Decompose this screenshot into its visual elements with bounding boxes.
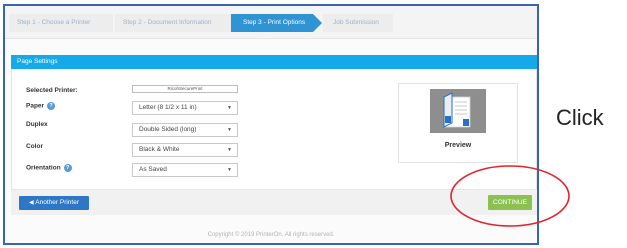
page-settings-panel: Selected Printer: RicohSecurePrint Paper… [11, 69, 537, 189]
caret-down-icon: ▼ [227, 147, 232, 153]
another-printer-button[interactable]: ◀ Another Printer [19, 196, 89, 210]
caret-down-icon: ▼ [227, 127, 232, 133]
paper-select[interactable]: Letter (8 1/2 x 11 in) ▼ [132, 101, 238, 115]
step-label: Job Submission [333, 19, 379, 26]
color-select[interactable]: Black & White ▼ [132, 143, 238, 157]
help-icon[interactable]: ? [47, 102, 56, 110]
preview-panel: Preview [398, 83, 518, 163]
caret-down-icon: ▼ [227, 105, 232, 111]
wizard-steps: Step 1 - Choose a Printer Step 2 - Docum… [5, 6, 537, 39]
step-print-options[interactable]: Step 3 - Print Options [231, 14, 322, 32]
duplex-select-value: Double Sided (long) [139, 126, 197, 133]
step-label: Step 3 - Print Options [243, 19, 306, 26]
color-select-value: Black & White [139, 146, 180, 153]
continue-button[interactable]: CONTINUE [488, 195, 532, 210]
orientation-label: Orientation? [26, 164, 72, 172]
orientation-select[interactable]: As Saved ▼ [132, 163, 238, 177]
section-title: Page Settings [17, 58, 58, 65]
printer-glyph-icon [430, 89, 486, 133]
orientation-label-text: Orientation [26, 164, 61, 172]
duplex-select[interactable]: Double Sided (long) ▼ [132, 123, 238, 137]
duplex-label-text: Duplex [26, 121, 48, 128]
orientation-select-value: As Saved [139, 166, 167, 173]
paper-label: Paper? [26, 102, 56, 110]
another-printer-button-label: Another Printer [35, 199, 79, 206]
document-preview-icon [430, 89, 486, 133]
selected-printer-label-text: Selected Printer: [26, 87, 78, 94]
color-label: Color [26, 143, 43, 150]
selected-printer-value-text: RicohSecurePrint [167, 86, 203, 91]
page-settings-header: Page Settings [11, 55, 537, 69]
step-label: Step 1 - Choose a Printer [17, 19, 91, 26]
selected-printer-value: RicohSecurePrint [132, 85, 238, 93]
duplex-label: Duplex [26, 121, 48, 128]
continue-button-label: CONTINUE [493, 199, 527, 206]
preview-label: Preview [444, 142, 472, 149]
click-annotation-label: Click [556, 105, 604, 130]
step-choose-printer[interactable]: Step 1 - Choose a Printer [9, 14, 113, 32]
color-label-text: Color [26, 143, 43, 150]
help-icon[interactable]: ? [63, 164, 72, 172]
caret-down-icon: ▼ [227, 167, 232, 173]
printer-app-frame: Step 1 - Choose a Printer Step 2 - Docum… [3, 4, 539, 245]
copyright-text: Copyright © 2019 PrinterOn. All rights r… [207, 232, 335, 238]
selected-printer-label: Selected Printer: [26, 87, 78, 94]
paper-label-text: Paper [26, 102, 45, 110]
step-document-information[interactable]: Step 2 - Document Information [115, 14, 233, 32]
step-job-submission[interactable]: Job Submission [323, 14, 393, 32]
step-label: Step 2 - Document Information [123, 19, 212, 26]
action-bar: ◀ Another Printer CONTINUE [11, 189, 537, 215]
paper-select-value: Letter (8 1/2 x 11 in) [139, 104, 197, 111]
